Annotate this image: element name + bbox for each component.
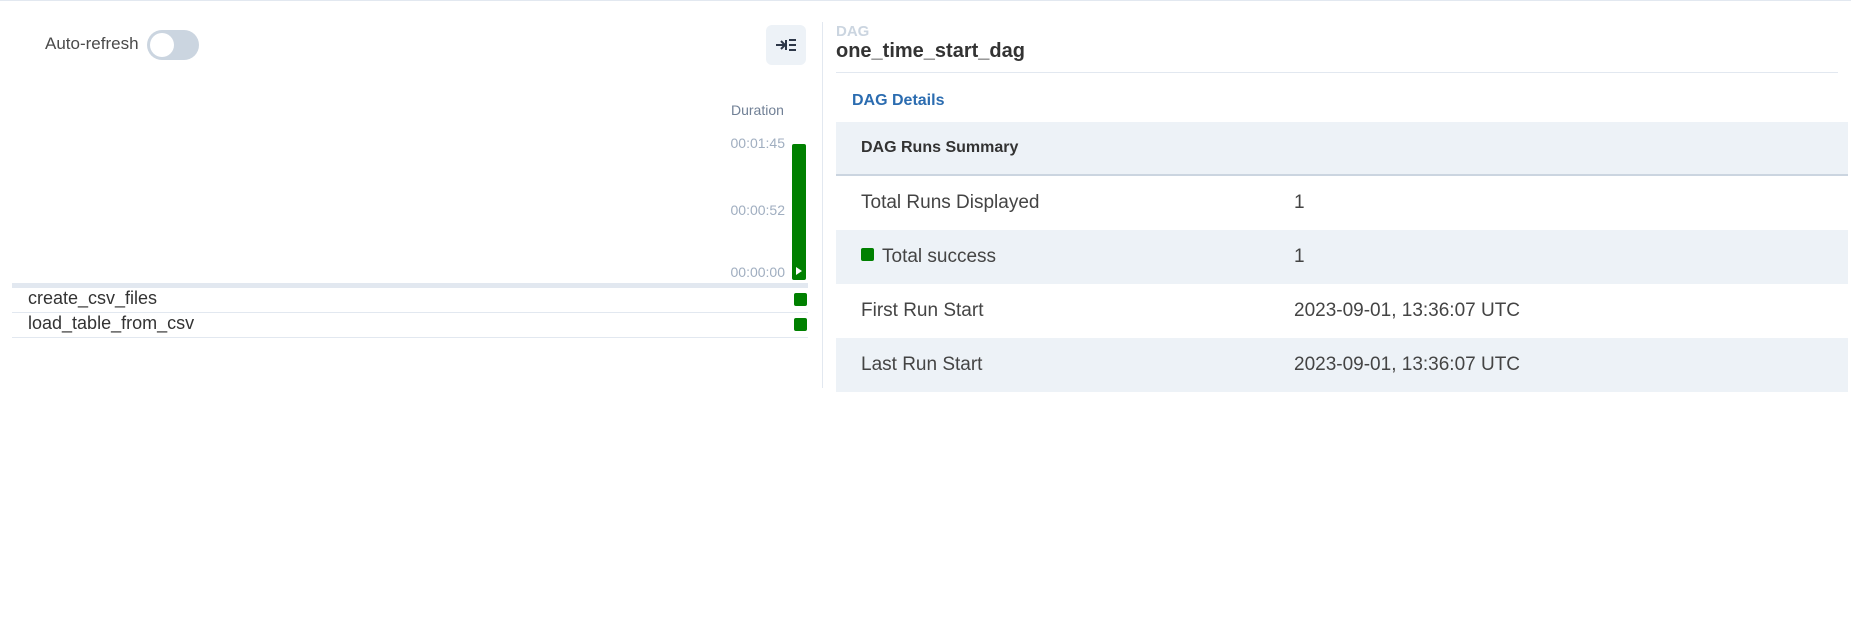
row-label: Total success bbox=[882, 246, 997, 267]
dag-title[interactable]: one_time_start_dag bbox=[836, 40, 1025, 63]
row-label: Last Run Start bbox=[836, 338, 1294, 392]
task-name[interactable]: create_csv_files bbox=[28, 288, 157, 309]
task-instance-success-square[interactable] bbox=[794, 293, 807, 306]
autorefresh-label: Auto-refresh bbox=[45, 34, 139, 53]
panel-separator bbox=[822, 22, 823, 388]
header-divider bbox=[836, 72, 1838, 73]
autorefresh-control: Auto-refresh bbox=[45, 34, 139, 54]
row-label: Total Runs Displayed bbox=[861, 192, 1040, 213]
dag-runs-summary-table: DAG Runs Summary Total Runs Displayed 1 … bbox=[836, 122, 1848, 392]
arrow-right-to-list-icon bbox=[776, 39, 796, 51]
tab-dag-details[interactable]: DAG Details bbox=[852, 92, 944, 110]
row-value: 1 bbox=[1294, 230, 1848, 284]
duration-tick-mid: 00:00:52 bbox=[730, 202, 786, 218]
success-status-square-icon bbox=[861, 248, 874, 262]
table-row: First Run Start 2023-09-01, 13:36:07 UTC bbox=[836, 284, 1848, 338]
table-row: Total Runs Displayed 1 bbox=[836, 175, 1848, 230]
toggle-knob bbox=[150, 33, 174, 57]
duration-tick-zero: 00:00:00 bbox=[730, 264, 786, 280]
play-icon bbox=[796, 267, 802, 275]
task-row[interactable]: load_table_from_csv bbox=[12, 313, 808, 338]
table-row: Last Run Start 2023-09-01, 13:36:07 UTC bbox=[836, 338, 1848, 392]
duration-tick-max: 00:01:45 bbox=[730, 135, 786, 151]
row-label: First Run Start bbox=[861, 300, 984, 321]
row-value: 2023-09-01, 13:36:07 UTC bbox=[1294, 338, 1848, 392]
duration-column-header: Duration bbox=[731, 102, 784, 118]
task-row[interactable]: create_csv_files bbox=[12, 288, 808, 313]
autorefresh-toggle[interactable] bbox=[147, 30, 199, 60]
top-border bbox=[0, 0, 1851, 1]
dag-run-duration-bar[interactable] bbox=[792, 144, 806, 280]
row-value: 2023-09-01, 13:36:07 UTC bbox=[1294, 300, 1521, 321]
row-label-cell: Total success bbox=[836, 230, 1294, 284]
summary-header: DAG Runs Summary bbox=[836, 122, 1848, 176]
breadcrumb-dag-label: DAG bbox=[836, 23, 870, 40]
row-value: 1 bbox=[1294, 192, 1305, 213]
task-name[interactable]: load_table_from_csv bbox=[28, 313, 194, 334]
collapse-details-button[interactable] bbox=[766, 25, 806, 65]
table-row: Total success 1 bbox=[836, 230, 1848, 284]
task-instance-success-square[interactable] bbox=[794, 318, 807, 331]
